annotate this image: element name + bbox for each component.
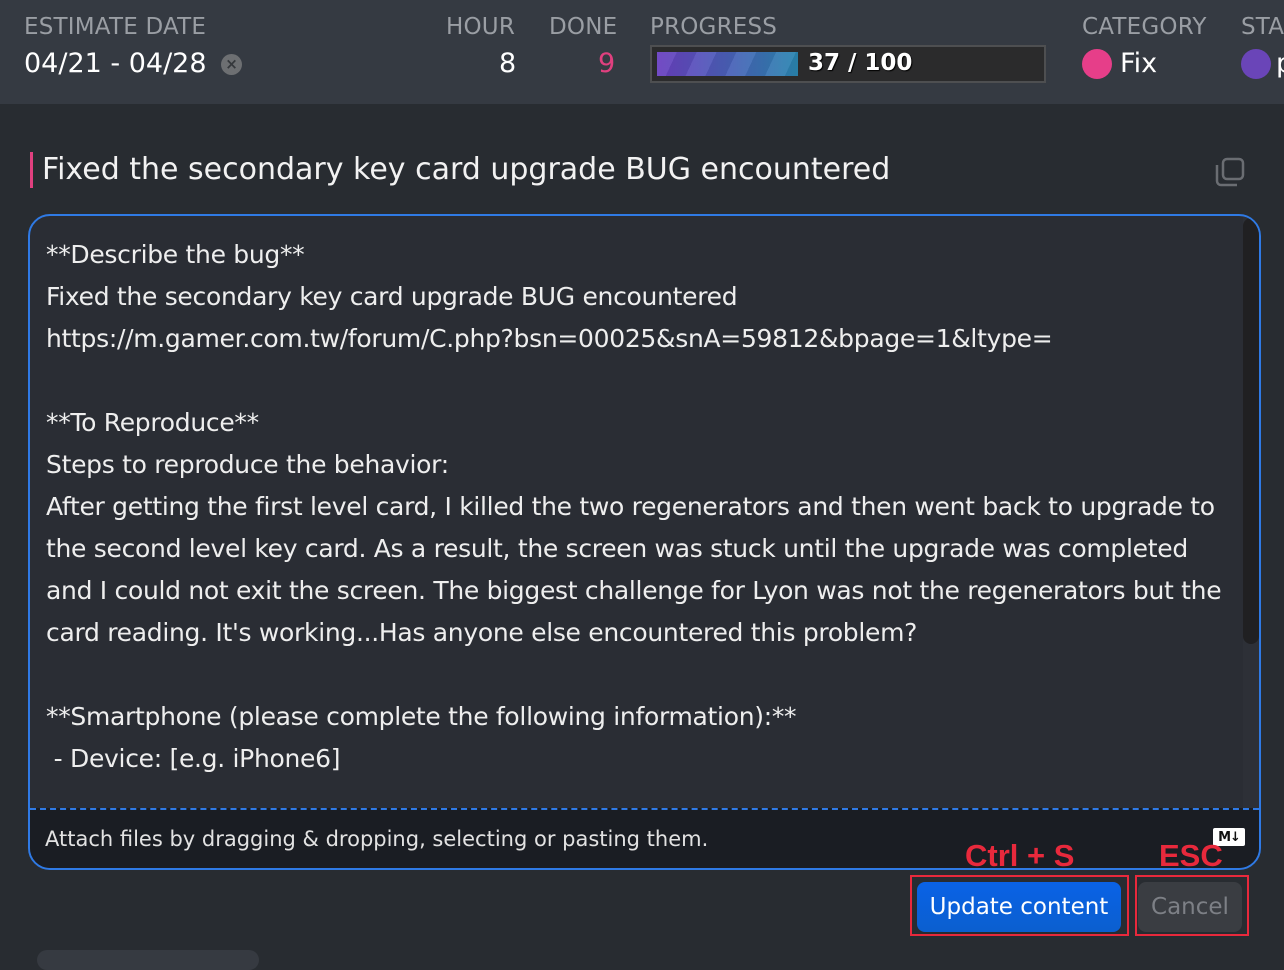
progress-bar[interactable]: 37 / 100 bbox=[650, 45, 1046, 83]
status-value[interactable]: p bbox=[1276, 48, 1284, 79]
markdown-editor[interactable]: **Describe the bug** Fixed the secondary… bbox=[28, 214, 1261, 870]
task-title[interactable]: Fixed the secondary key card upgrade BUG… bbox=[42, 152, 890, 187]
task-header: ESTIMATE DATE 04/21 - 04/28 × HOUR 8 DON… bbox=[0, 0, 1284, 104]
hour-label: HOUR bbox=[446, 14, 516, 40]
estimate-date-value[interactable]: 04/21 - 04/28 bbox=[24, 48, 207, 79]
hour-value[interactable]: 8 bbox=[499, 48, 516, 79]
estimate-date-label: ESTIMATE DATE bbox=[24, 14, 207, 40]
progress-label: PROGRESS bbox=[650, 14, 778, 40]
attach-files-text: Attach files by dragging & dropping, sel… bbox=[45, 827, 709, 851]
bottom-tab-pill[interactable] bbox=[37, 950, 259, 970]
editor-textarea[interactable]: **Describe the bug** Fixed the secondary… bbox=[46, 234, 1226, 808]
done-label: DONE bbox=[549, 14, 618, 40]
status-label: STA bbox=[1241, 14, 1284, 40]
title-accent-bar bbox=[30, 152, 33, 188]
scrollbar-thumb[interactable] bbox=[1243, 218, 1259, 644]
cancel-button[interactable]: Cancel bbox=[1138, 882, 1242, 932]
update-shortcut-hint: Ctrl + S bbox=[965, 838, 1075, 873]
category-color-dot bbox=[1082, 49, 1112, 79]
progress-text: 37 / 100 bbox=[808, 50, 913, 76]
category-label: CATEGORY bbox=[1082, 14, 1207, 40]
clear-date-icon[interactable]: × bbox=[221, 54, 242, 75]
cancel-shortcut-hint: ESC bbox=[1159, 838, 1223, 873]
status-color-dot[interactable] bbox=[1241, 49, 1271, 79]
update-content-button[interactable]: Update content bbox=[917, 882, 1121, 932]
editor-scrollbar[interactable] bbox=[1243, 216, 1259, 810]
progress-fill bbox=[657, 52, 798, 76]
done-value[interactable]: 9 bbox=[598, 48, 615, 79]
category-value[interactable]: Fix bbox=[1120, 48, 1157, 79]
attach-files-zone[interactable]: Attach files by dragging & dropping, sel… bbox=[30, 808, 1259, 868]
copy-icon[interactable] bbox=[1213, 155, 1247, 189]
